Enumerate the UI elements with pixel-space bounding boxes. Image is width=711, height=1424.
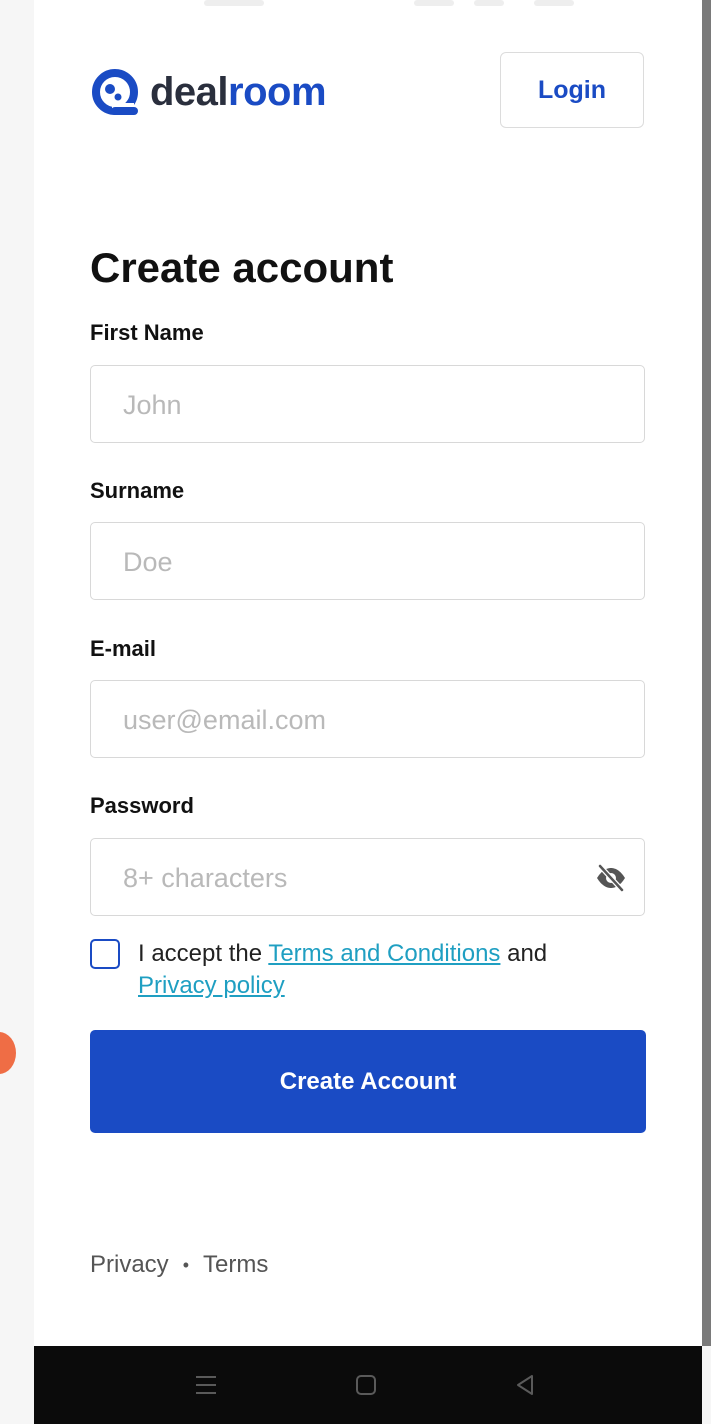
terms-consent-text: I accept the Terms and Conditions and Pr… [138, 938, 618, 1002]
first-name-label: First Name [90, 320, 204, 345]
footer-links: Privacy • Terms [90, 1251, 268, 1279]
logo-word-room: room [228, 70, 327, 114]
surname-input[interactable] [121, 523, 585, 601]
app-screen: dealroom Login Create account First Name… [34, 0, 702, 1346]
back-icon[interactable] [510, 1370, 540, 1400]
logo-mark-icon [92, 69, 138, 115]
footer-privacy-link[interactable]: Privacy [90, 1251, 169, 1279]
system-navigation-bar [34, 1346, 702, 1424]
password-field[interactable] [90, 838, 645, 917]
scrollbar-edge [702, 0, 711, 1346]
create-account-button[interactable]: Create Account [90, 1030, 646, 1133]
first-name-field[interactable] [90, 365, 645, 444]
consent-conjunction: and [507, 940, 548, 967]
email-label: E-mail [90, 636, 157, 661]
logo-wordmark: dealroom [150, 67, 327, 117]
page-title: Create account [90, 244, 394, 291]
footer-terms-link[interactable]: Terms [203, 1251, 268, 1279]
login-button[interactable]: Login [500, 52, 644, 128]
terms-link[interactable]: Terms and Conditions [268, 940, 500, 967]
email-field[interactable] [90, 680, 645, 759]
dealroom-logo[interactable]: dealroom [90, 67, 327, 117]
password-label: Password [90, 793, 194, 818]
background-strip [0, 0, 34, 1346]
surname-label: Surname [90, 478, 185, 503]
eye-off-icon[interactable] [594, 861, 628, 895]
menu-icon[interactable] [191, 1370, 221, 1400]
home-icon[interactable] [351, 1370, 381, 1400]
privacy-policy-link[interactable]: Privacy policy [138, 972, 285, 999]
footer-separator: • [182, 1254, 189, 1275]
terms-checkbox[interactable] [90, 939, 120, 969]
surname-field[interactable] [90, 522, 645, 601]
email-input[interactable] [121, 681, 585, 759]
first-name-input[interactable] [121, 366, 585, 444]
logo-word-deal: deal [150, 70, 229, 114]
status-bar [204, 0, 584, 8]
consent-prefix: I accept the [138, 940, 263, 967]
password-input[interactable] [121, 839, 585, 917]
